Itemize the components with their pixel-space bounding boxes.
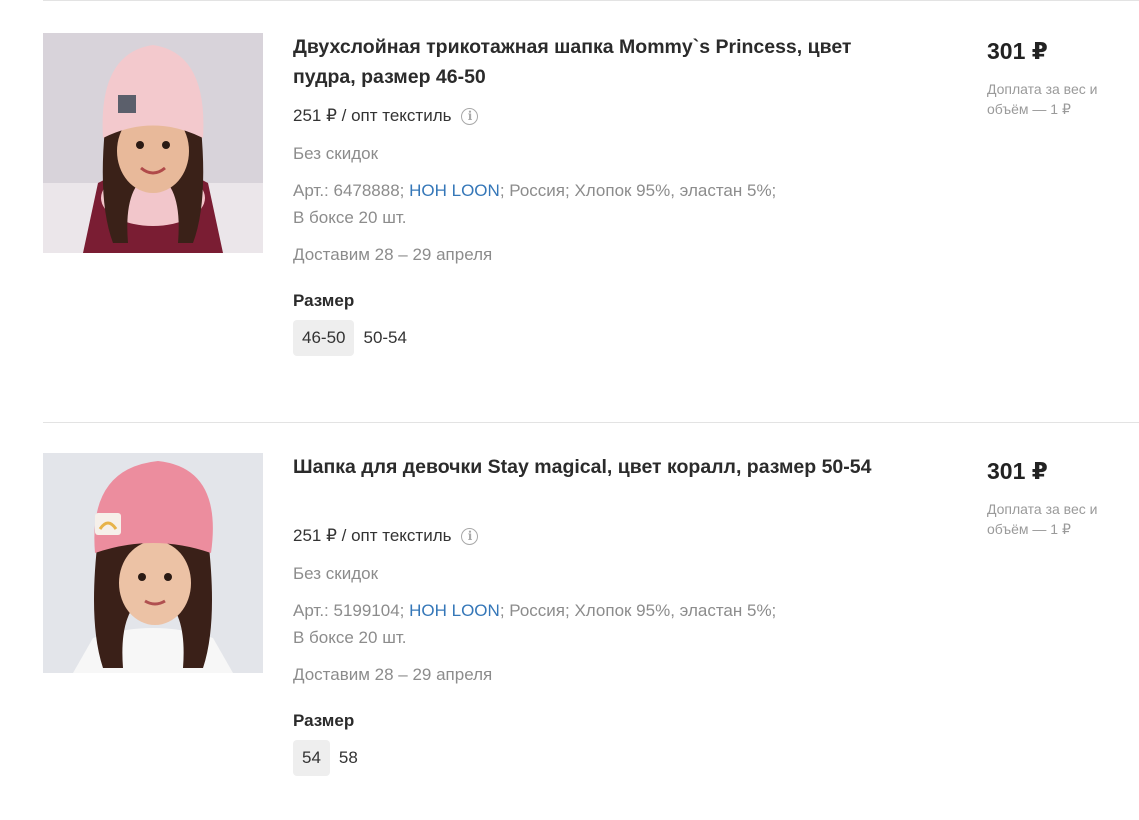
product-details: Арт.: 5199104; HOH LOON; Россия; Хлопок … [293,597,853,651]
product-details: Арт.: 6478888; HOH LOON; Россия; Хлопок … [293,177,853,231]
size-option[interactable]: 58 [330,740,367,776]
info-icon[interactable]: i [461,527,479,545]
article-text: Арт.: 5199104; [293,601,410,620]
discount-text: Без скидок [293,144,378,163]
wholesale-price-text: 251 ₽ / опт текстиль [293,526,452,545]
size-selector: 46-50 50-54 [293,320,416,356]
size-label: Размер [293,711,355,730]
discount-text: Без скидок [293,564,378,583]
wholesale-price: 251 ₽ / опт текстиль i [293,526,479,546]
product-price: 301 ₽ [987,458,1048,484]
details-text: ; Россия; Хлопок 95%, эластан 5%; [499,601,777,620]
info-icon[interactable]: i [461,107,479,125]
product-price: 301 ₽ [987,38,1048,64]
size-option-selected[interactable]: 46-50 [293,320,355,356]
delivery-text: Доставим 28 – 29 апреля [293,665,493,684]
size-label: Размер [293,291,355,310]
product-card: Двухслойная трикотажная шапка Mommy`s Pr… [0,0,1139,400]
brand-link[interactable]: HOH LOON [409,601,500,620]
size-selector: 54 58 [293,740,367,776]
surcharge-text: Доплата за вес и объём — 1 ₽ [987,501,1098,537]
size-option[interactable]: 50-54 [354,320,415,356]
product-photo[interactable] [43,453,263,673]
product-card: Шапка для девочки Stay magical, цвет кор… [0,420,1139,820]
article-text: Арт.: 6478888; [293,181,410,200]
brand-link[interactable]: HOH LOON [409,181,500,200]
details-text: ; Россия; Хлопок 95%, эластан 5%; [499,181,777,200]
product-photo[interactable] [43,33,263,253]
size-option-selected[interactable]: 54 [293,740,330,776]
product-title[interactable]: Шапка для девочки Stay magical, цвет кор… [293,452,883,482]
surcharge-text: Доплата за вес и объём — 1 ₽ [987,81,1098,117]
wholesale-price: 251 ₽ / опт текстиль i [293,106,479,126]
box-text: В боксе 20 шт. [293,208,407,227]
box-text: В боксе 20 шт. [293,628,407,647]
wholesale-price-text: 251 ₽ / опт текстиль [293,106,452,125]
delivery-text: Доставим 28 – 29 апреля [293,245,493,264]
product-title[interactable]: Двухслойная трикотажная шапка Mommy`s Pr… [293,32,893,92]
